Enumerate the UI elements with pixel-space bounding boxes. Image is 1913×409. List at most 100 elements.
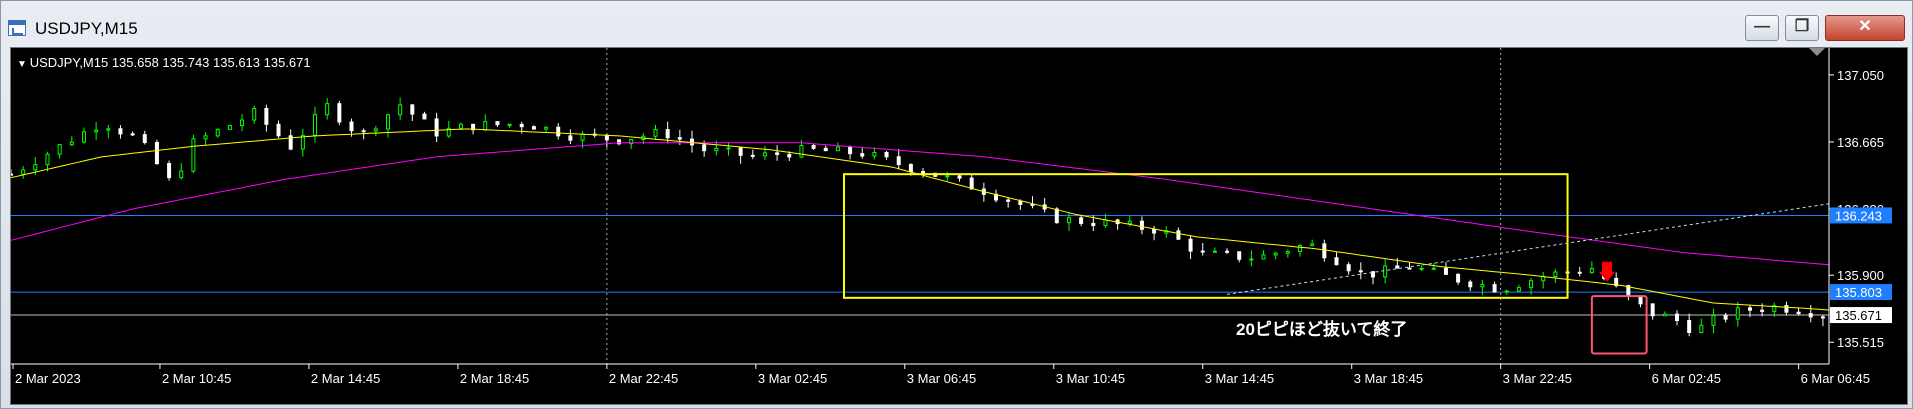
candle-body: [191, 138, 196, 172]
time-tick-label: 3 Mar 10:45: [1056, 371, 1125, 386]
candle-body: [860, 153, 865, 157]
price-tick-label: 137.050: [1837, 68, 1884, 83]
price-tick-label: 136.665: [1837, 135, 1884, 150]
annotation-text: 20ピピほど抜いて終了: [1236, 319, 1407, 339]
candle-body: [57, 144, 62, 155]
close-button[interactable]: ✕: [1825, 15, 1905, 41]
candle-body: [957, 175, 962, 179]
candle-body: [33, 164, 38, 171]
candle-body: [677, 137, 682, 140]
candle-body: [726, 147, 731, 150]
candle-body: [94, 129, 99, 133]
candle-body: [495, 121, 500, 126]
candle-body: [908, 164, 913, 173]
candle-body: [1808, 313, 1813, 318]
candle-body: [507, 123, 512, 126]
chart-window: USDJPY,M15 — ❐ ✕ 20ピピほど抜いて終了 137.050 136.6…: [0, 0, 1913, 409]
candle-body: [325, 103, 330, 116]
candle-body: [1261, 254, 1266, 260]
candle-body: [604, 134, 609, 141]
candle-body: [1200, 250, 1205, 253]
candle-body: [81, 131, 86, 143]
candle-body: [823, 147, 828, 152]
candle-body: [872, 151, 877, 157]
chart-window-icon: [8, 20, 26, 36]
slow-moving-average-line: [11, 142, 1830, 266]
candle-body: [373, 128, 378, 132]
candle-body: [1334, 257, 1339, 266]
time-tick-label: 2 Mar 18:45: [460, 371, 529, 386]
exit-box[interactable]: [1590, 295, 1648, 355]
candle-body: [1188, 238, 1193, 252]
candle-body: [1650, 303, 1655, 317]
candle-body: [1480, 284, 1485, 288]
candle-body: [1699, 324, 1704, 333]
candle-body: [21, 169, 26, 175]
candle-body: [130, 133, 135, 136]
candle-body: [1504, 290, 1509, 293]
candle-body: [1030, 203, 1035, 206]
candle-body: [750, 154, 755, 157]
time-tick-label: 2 Mar 22:45: [609, 371, 678, 386]
candle-body: [1577, 271, 1582, 274]
candle-body: [1662, 313, 1667, 317]
chart-shift-marker-icon[interactable]: [1809, 48, 1825, 56]
minimize-button[interactable]: —: [1745, 15, 1779, 41]
candle-body: [787, 153, 792, 158]
candle-body: [69, 141, 74, 146]
candle-body: [1358, 270, 1363, 273]
candle-body: [1152, 228, 1157, 234]
candle-body: [714, 147, 719, 152]
time-tick-label: 2 Mar 14:45: [311, 371, 380, 386]
candle-body: [398, 104, 403, 116]
candle-body: [11, 173, 13, 176]
candle-body: [276, 123, 281, 137]
candle-body: [1468, 281, 1473, 288]
candle-body: [264, 107, 269, 125]
price-tick-label: 135.900: [1837, 268, 1884, 283]
candle-body: [1310, 243, 1315, 247]
candle-body: [1589, 268, 1594, 274]
candle-body: [1747, 307, 1752, 311]
candle-body: [227, 125, 232, 130]
candle-body: [1395, 265, 1400, 269]
candle-body: [240, 119, 245, 127]
time-tick-label: 3 Mar 18:45: [1354, 371, 1423, 386]
candle-body: [884, 151, 889, 158]
candle-body: [1796, 311, 1801, 315]
price-chart[interactable]: 20ピピほど抜いて終了137.050136.665136.280135.9001…: [10, 47, 1908, 405]
candle-body: [203, 135, 208, 140]
candle-body: [483, 121, 488, 131]
symbol-ohlc-text: USDJPY,M15 135.658 135.743 135.613 135.6…: [29, 55, 311, 70]
candle-body: [313, 114, 318, 136]
candle-body: [1456, 273, 1461, 283]
candle-body: [1407, 267, 1412, 270]
candle-body: [1529, 280, 1534, 289]
candle-body: [337, 103, 342, 123]
upper-line-price-tag: 136.243: [1835, 208, 1882, 223]
current-price-tag: 135.671: [1835, 308, 1882, 323]
candle-body: [1443, 267, 1448, 275]
time-tick-label: 6 Mar 02:45: [1652, 371, 1721, 386]
candle-body: [1322, 243, 1327, 259]
candle-body: [519, 123, 524, 128]
candle-body: [848, 146, 853, 155]
candle-body: [1735, 307, 1740, 320]
candle-body: [1383, 265, 1388, 278]
maximize-button[interactable]: ❐: [1785, 15, 1819, 41]
time-tick-label: 3 Mar 06:45: [907, 371, 976, 386]
candle-body: [434, 118, 439, 137]
candle-body: [118, 128, 123, 135]
time-tick-label: 2 Mar 2023: [15, 371, 81, 386]
candle-body: [1723, 315, 1728, 320]
time-tick-label: 2 Mar 10:45: [162, 371, 231, 386]
candle-body: [811, 144, 816, 149]
candle-body: [1237, 251, 1242, 260]
candle-body: [1516, 287, 1521, 292]
candle-body: [1249, 258, 1254, 261]
title-bar[interactable]: USDJPY,M15 — ❐ ✕: [1, 1, 1912, 45]
chart-menu-icon[interactable]: ▼: [17, 59, 30, 70]
candle-body: [1784, 305, 1789, 313]
candle-body: [921, 171, 926, 174]
symbol-ohlc-label: ▼ USDJPY,M15 135.658 135.743 135.613 135…: [17, 55, 311, 70]
